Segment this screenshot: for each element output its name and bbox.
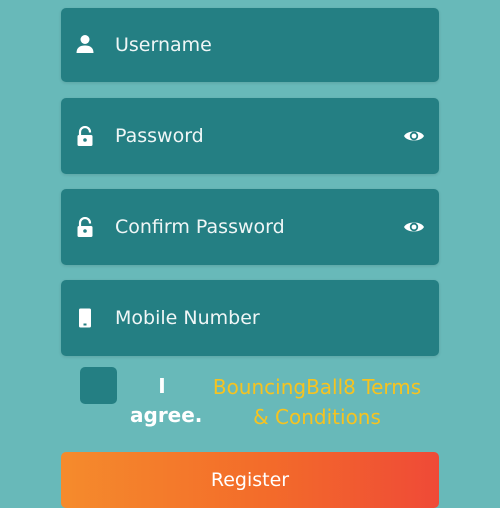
username-placeholder: Username [115,34,212,56]
lock-icon [77,126,93,146]
confirm-password-field[interactable]: Confirm Password [61,189,439,265]
terms-link[interactable]: BouncingBall8 Terms & Conditions [204,372,430,432]
mobile-number-field[interactable]: Mobile Number [61,280,439,356]
eye-icon[interactable] [403,217,425,237]
phone-icon [79,308,91,328]
password-field[interactable]: Password [61,98,439,174]
eye-icon[interactable] [403,126,425,146]
agree-text-line2: agree. [130,403,203,427]
confirm-password-placeholder: Confirm Password [115,216,285,238]
lock-icon [77,217,93,237]
person-icon [76,35,94,53]
agree-text-line1: I [158,374,166,398]
agree-checkbox[interactable] [80,367,117,404]
mobile-number-placeholder: Mobile Number [115,307,260,329]
password-placeholder: Password [115,125,204,147]
username-field[interactable]: Username [61,8,439,82]
